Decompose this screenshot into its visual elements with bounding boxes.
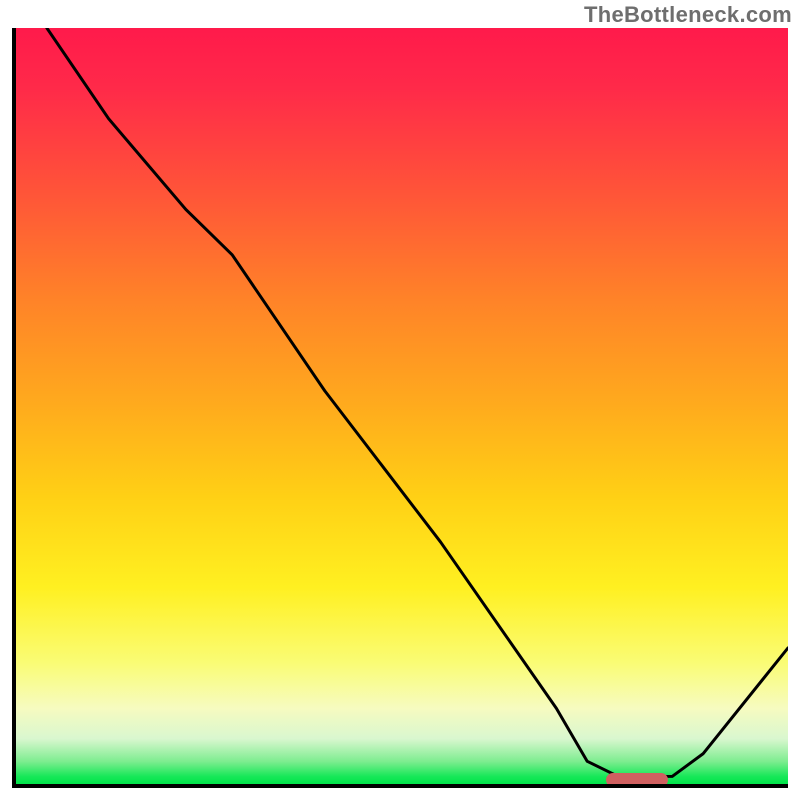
optimal-marker (606, 773, 668, 787)
chart-container: TheBottleneck.com (0, 0, 800, 800)
watermark-text: TheBottleneck.com (584, 2, 792, 28)
plot-area (12, 28, 788, 788)
gradient-background (16, 28, 788, 784)
